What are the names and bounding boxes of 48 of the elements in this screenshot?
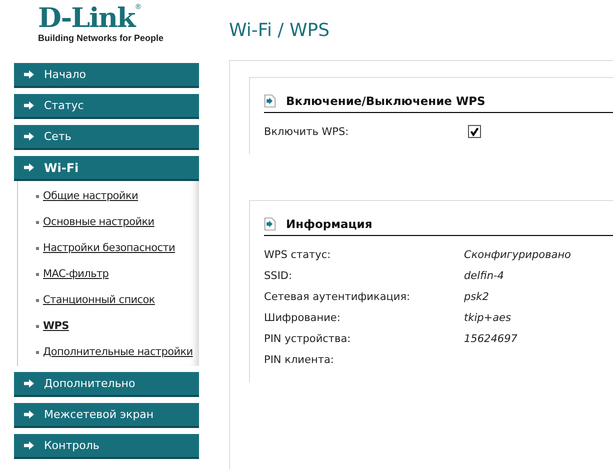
menu-item[interactable]: Сеть [14, 125, 199, 150]
field-label: WPS статус: [264, 248, 332, 260]
checkbox[interactable] [468, 125, 481, 138]
field-value: delfin-4 [464, 270, 504, 282]
bullet-icon [36, 325, 39, 328]
section-title: Информация [286, 217, 372, 231]
field-value: psk2 [464, 290, 489, 302]
field-label: Сетевая аутентификация: [264, 290, 412, 302]
menu-item[interactable]: Контроль [14, 434, 199, 459]
submenu-link[interactable]: Дополнительные настройки [43, 345, 193, 360]
bullet-icon [36, 299, 39, 302]
field-label: SSID: [264, 270, 294, 282]
bullet-icon [36, 221, 39, 224]
bullet-icon [36, 195, 39, 198]
field-label: Включить WPS: [264, 126, 350, 138]
bullet-icon [36, 247, 39, 250]
submenu-link[interactable]: Общие настройки [43, 189, 138, 204]
logo-text: D-Link [38, 3, 135, 34]
field-label: PIN устройства: [264, 332, 352, 344]
submenu-link[interactable]: MAC-фильтр [43, 267, 109, 282]
arrow-icon [24, 163, 34, 172]
field-label: Шифрование: [264, 312, 342, 324]
submenu-link[interactable]: Настройки безопасности [43, 241, 176, 256]
menu-item[interactable]: Дополнительно [14, 372, 199, 397]
bullet-icon [36, 273, 39, 276]
menu-item[interactable]: Начало [14, 63, 199, 88]
arrow-icon [24, 379, 34, 388]
bullet-icon [36, 351, 39, 354]
arrow-icon [24, 132, 34, 141]
submenu-link[interactable]: Основные настройки [43, 215, 154, 230]
submenu-link[interactable]: Станционный список [43, 293, 155, 308]
menu-item[interactable]: Wi-Fi [14, 156, 199, 181]
page-title: Wi-Fi / WPS [229, 20, 331, 43]
document-icon [264, 94, 276, 108]
section-title: Включение/Выключение WPS [286, 94, 486, 108]
document-icon [264, 217, 276, 231]
field-value: 15624697 [464, 332, 518, 344]
menu-item[interactable]: Межсетевой экран [14, 403, 199, 428]
submenu-link[interactable]: WPS [43, 319, 69, 334]
logo-tagline: Building Networks for People [38, 33, 165, 43]
field-value: tkip+aes [464, 312, 511, 324]
arrow-icon [24, 410, 34, 419]
arrow-icon [24, 441, 34, 450]
field-value: Сконфигурировано [464, 248, 571, 260]
arrow-icon [24, 70, 34, 79]
field-label: PIN клиента: [264, 354, 335, 366]
menu-item[interactable]: Статус [14, 94, 199, 119]
arrow-icon [24, 101, 34, 110]
